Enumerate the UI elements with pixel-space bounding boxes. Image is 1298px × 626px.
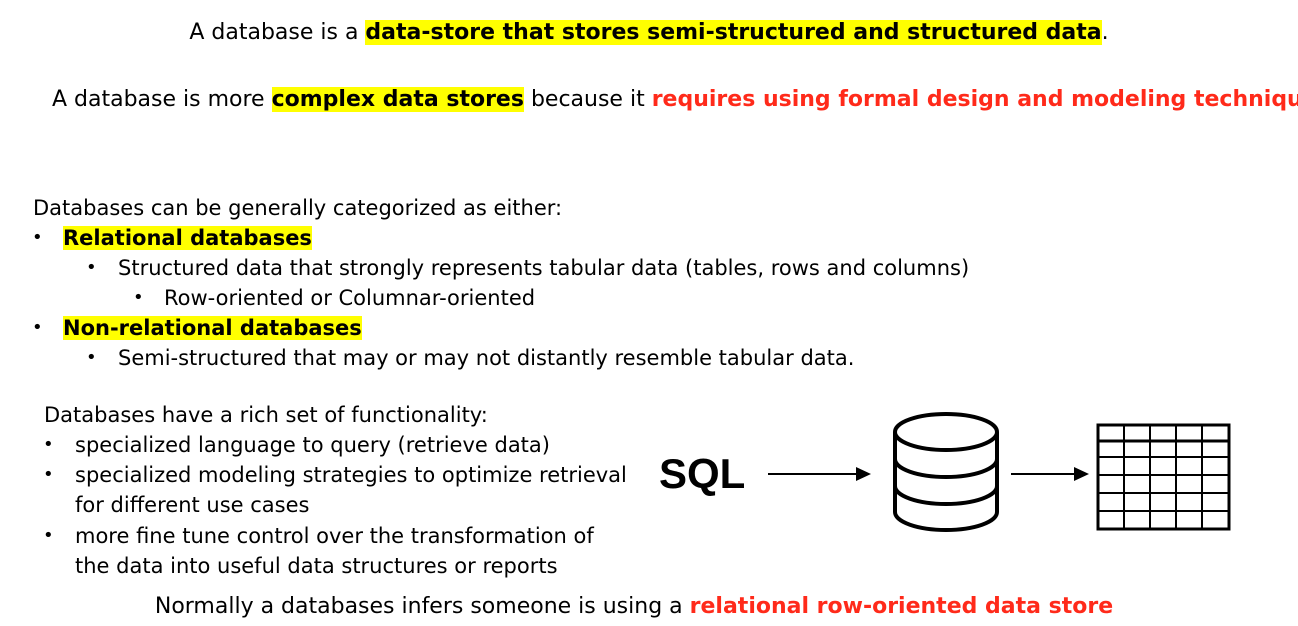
headline-highlight: data-store that stores semi-structured a… (365, 20, 1102, 45)
nonrelational-label-text: Non-relational databases (63, 316, 362, 340)
complexity-prefix: A database is more (52, 87, 272, 112)
functionality-item-continued: for different use cases (75, 493, 310, 517)
conclusion-prefix: Normally a databases infers someone is u… (154, 594, 690, 619)
nonrelational-detail: Semi-structured that may or may not dist… (118, 346, 855, 370)
headline-complexity: A database is more complex data stores b… (52, 86, 1298, 114)
headline-definition: A database is a data-store that stores s… (0, 19, 1298, 47)
conclusion: Normally a databases infers someone is u… (0, 593, 1268, 621)
complexity-emphasis: requires using formal design and modelin… (651, 87, 1298, 112)
bullet-relational-detail: • (86, 257, 97, 278)
relational-label: Relational databases (63, 224, 312, 252)
database-icon (893, 412, 999, 532)
bullet-func-1: • (43, 434, 54, 455)
nonrelational-label: Non-relational databases (63, 314, 362, 342)
functionality-item: specialized language to query (retrieve … (75, 433, 550, 457)
bullet-func-2: • (43, 464, 54, 485)
arrow-right-icon (768, 467, 871, 481)
relational-detail: Structured data that strongly represents… (118, 256, 970, 280)
bullet-func-3: • (43, 525, 54, 546)
complexity-highlight: complex data stores (271, 87, 524, 112)
functionality-item: more fine tune control over the transfor… (75, 524, 594, 548)
bullet-nonrelational: • (32, 317, 43, 338)
bullet-nonrelational-detail: • (86, 347, 97, 368)
conclusion-emphasis: relational row-oriented data store (689, 594, 1114, 619)
sql-label: SQL (659, 450, 746, 497)
functionality-intro: Databases have a rich set of functionali… (44, 403, 488, 427)
complexity-middle: because it (523, 87, 652, 112)
table-grid-icon (1096, 423, 1231, 531)
functionality-item: specialized modeling strategies to optim… (75, 463, 627, 487)
categories-intro: Databases can be generally categorized a… (33, 196, 563, 220)
headline-prefix: A database is a (189, 20, 366, 45)
arrow-right-icon (1011, 467, 1089, 481)
functionality-item-continued: the data into useful data structures or … (75, 554, 558, 578)
relational-label-text: Relational databases (63, 226, 312, 250)
bullet-relational-subdetail: • (133, 287, 144, 308)
bullet-relational: • (32, 227, 43, 248)
relational-subdetail: Row-oriented or Columnar-oriented (164, 286, 536, 310)
headline-suffix: . (1101, 20, 1109, 45)
